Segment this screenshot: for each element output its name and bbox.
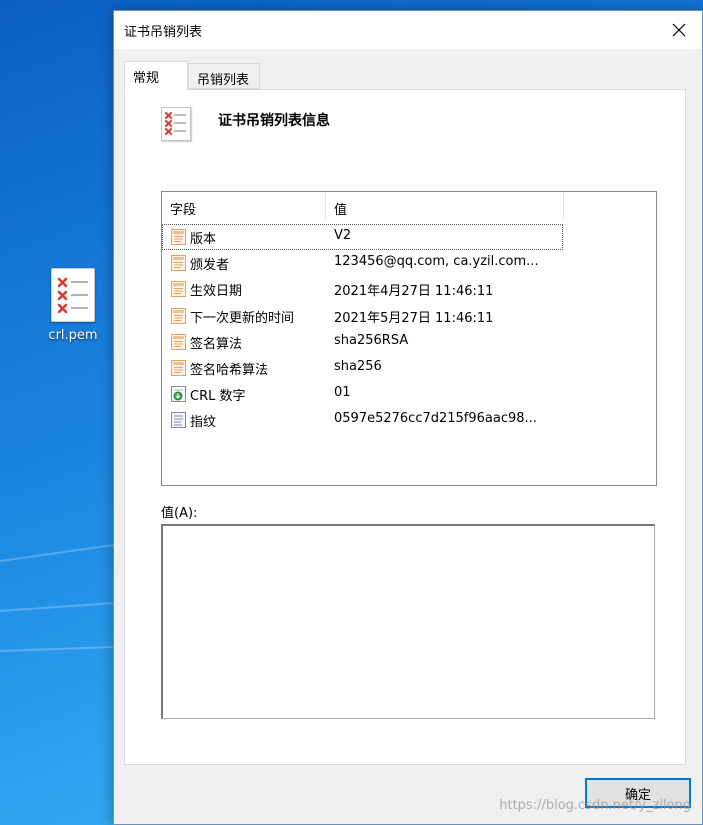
tab-revocation-list[interactable]: 吊销列表 xyxy=(188,63,260,89)
field-name: 下一次更新的时间 xyxy=(190,310,295,326)
watermark: https://blog.csdn.net/y_zilong xyxy=(499,798,691,813)
field-name: 指纹 xyxy=(190,415,217,431)
tab-general[interactable]: 常规 xyxy=(124,61,188,91)
window-title: 证书吊销列表 xyxy=(124,25,203,40)
field-value: 2021年5月27日 11:46:11 xyxy=(334,310,494,326)
table-row[interactable]: 生效日期 2021年4月27日 11:46:11 xyxy=(162,276,656,302)
desktop-light-ray xyxy=(0,601,125,612)
field-value: 01 xyxy=(334,385,351,401)
crl-file-icon xyxy=(51,268,95,322)
document-field-icon xyxy=(170,333,188,351)
table-row[interactable]: 版本 V2 xyxy=(162,224,563,250)
field-value: 0597e5276cc7d215f96aac98... xyxy=(334,411,537,427)
field-name: 生效日期 xyxy=(190,284,243,300)
crl-document-icon xyxy=(161,107,191,141)
general-panel: 证书吊销列表信息 字段 值 版本 V2 颁发者 123456@qq.com, ca.y… xyxy=(124,89,686,765)
close-button[interactable] xyxy=(656,11,702,49)
crl-dialog: 证书吊销列表 常规 吊销列表 证书吊销列表信息 字段 值 版本 V2 颁发者 1… xyxy=(113,10,703,825)
field-value: V2 xyxy=(334,228,352,243)
field-name: 签名哈希算法 xyxy=(190,363,269,378)
field-value: 2021年4月27日 11:46:11 xyxy=(334,284,494,300)
document-field-icon xyxy=(170,280,188,298)
field-list[interactable]: 字段 值 版本 V2 颁发者 123456@qq.com, ca.yzil.com..… xyxy=(161,191,657,486)
table-row[interactable]: CRL 数字 01 xyxy=(162,381,656,407)
field-name: 颁发者 xyxy=(190,258,230,274)
field-name: 签名算法 xyxy=(190,336,243,352)
document-field-icon xyxy=(170,307,188,325)
title-bar[interactable]: 证书吊销列表 xyxy=(114,11,702,49)
list-header: 字段 值 xyxy=(162,192,656,220)
fingerprint-field-icon xyxy=(170,411,188,429)
panel-heading: 证书吊销列表信息 xyxy=(218,113,330,129)
desktop-file-crl[interactable]: crl.pem xyxy=(38,268,108,343)
close-icon xyxy=(672,23,686,37)
table-row[interactable]: 签名哈希算法 sha256 xyxy=(162,355,656,381)
column-header-value[interactable]: 值 xyxy=(326,192,564,220)
field-value: 123456@qq.com, ca.yzil.com... xyxy=(334,254,539,270)
value-label: 值(A): xyxy=(161,506,198,521)
desktop-file-label: crl.pem xyxy=(48,328,98,343)
field-name: CRL 数字 xyxy=(190,389,246,405)
document-field-icon xyxy=(170,228,188,246)
desktop-light-ray xyxy=(0,645,120,652)
table-row[interactable]: 指纹 0597e5276cc7d215f96aac98... xyxy=(162,407,656,433)
document-field-icon xyxy=(170,359,188,377)
table-row[interactable]: 颁发者 123456@qq.com, ca.yzil.com... xyxy=(162,250,656,276)
value-textbox[interactable] xyxy=(161,524,655,719)
table-row[interactable]: 下一次更新的时间 2021年5月27日 11:46:11 xyxy=(162,303,656,329)
document-field-icon xyxy=(170,254,188,272)
field-value: sha256 xyxy=(334,359,382,374)
field-name: 版本 xyxy=(190,232,217,247)
crl-number-icon xyxy=(170,385,188,403)
column-header-field[interactable]: 字段 xyxy=(162,192,326,220)
table-row[interactable]: 签名算法 sha256RSA xyxy=(162,329,656,355)
field-value: sha256RSA xyxy=(334,332,409,348)
